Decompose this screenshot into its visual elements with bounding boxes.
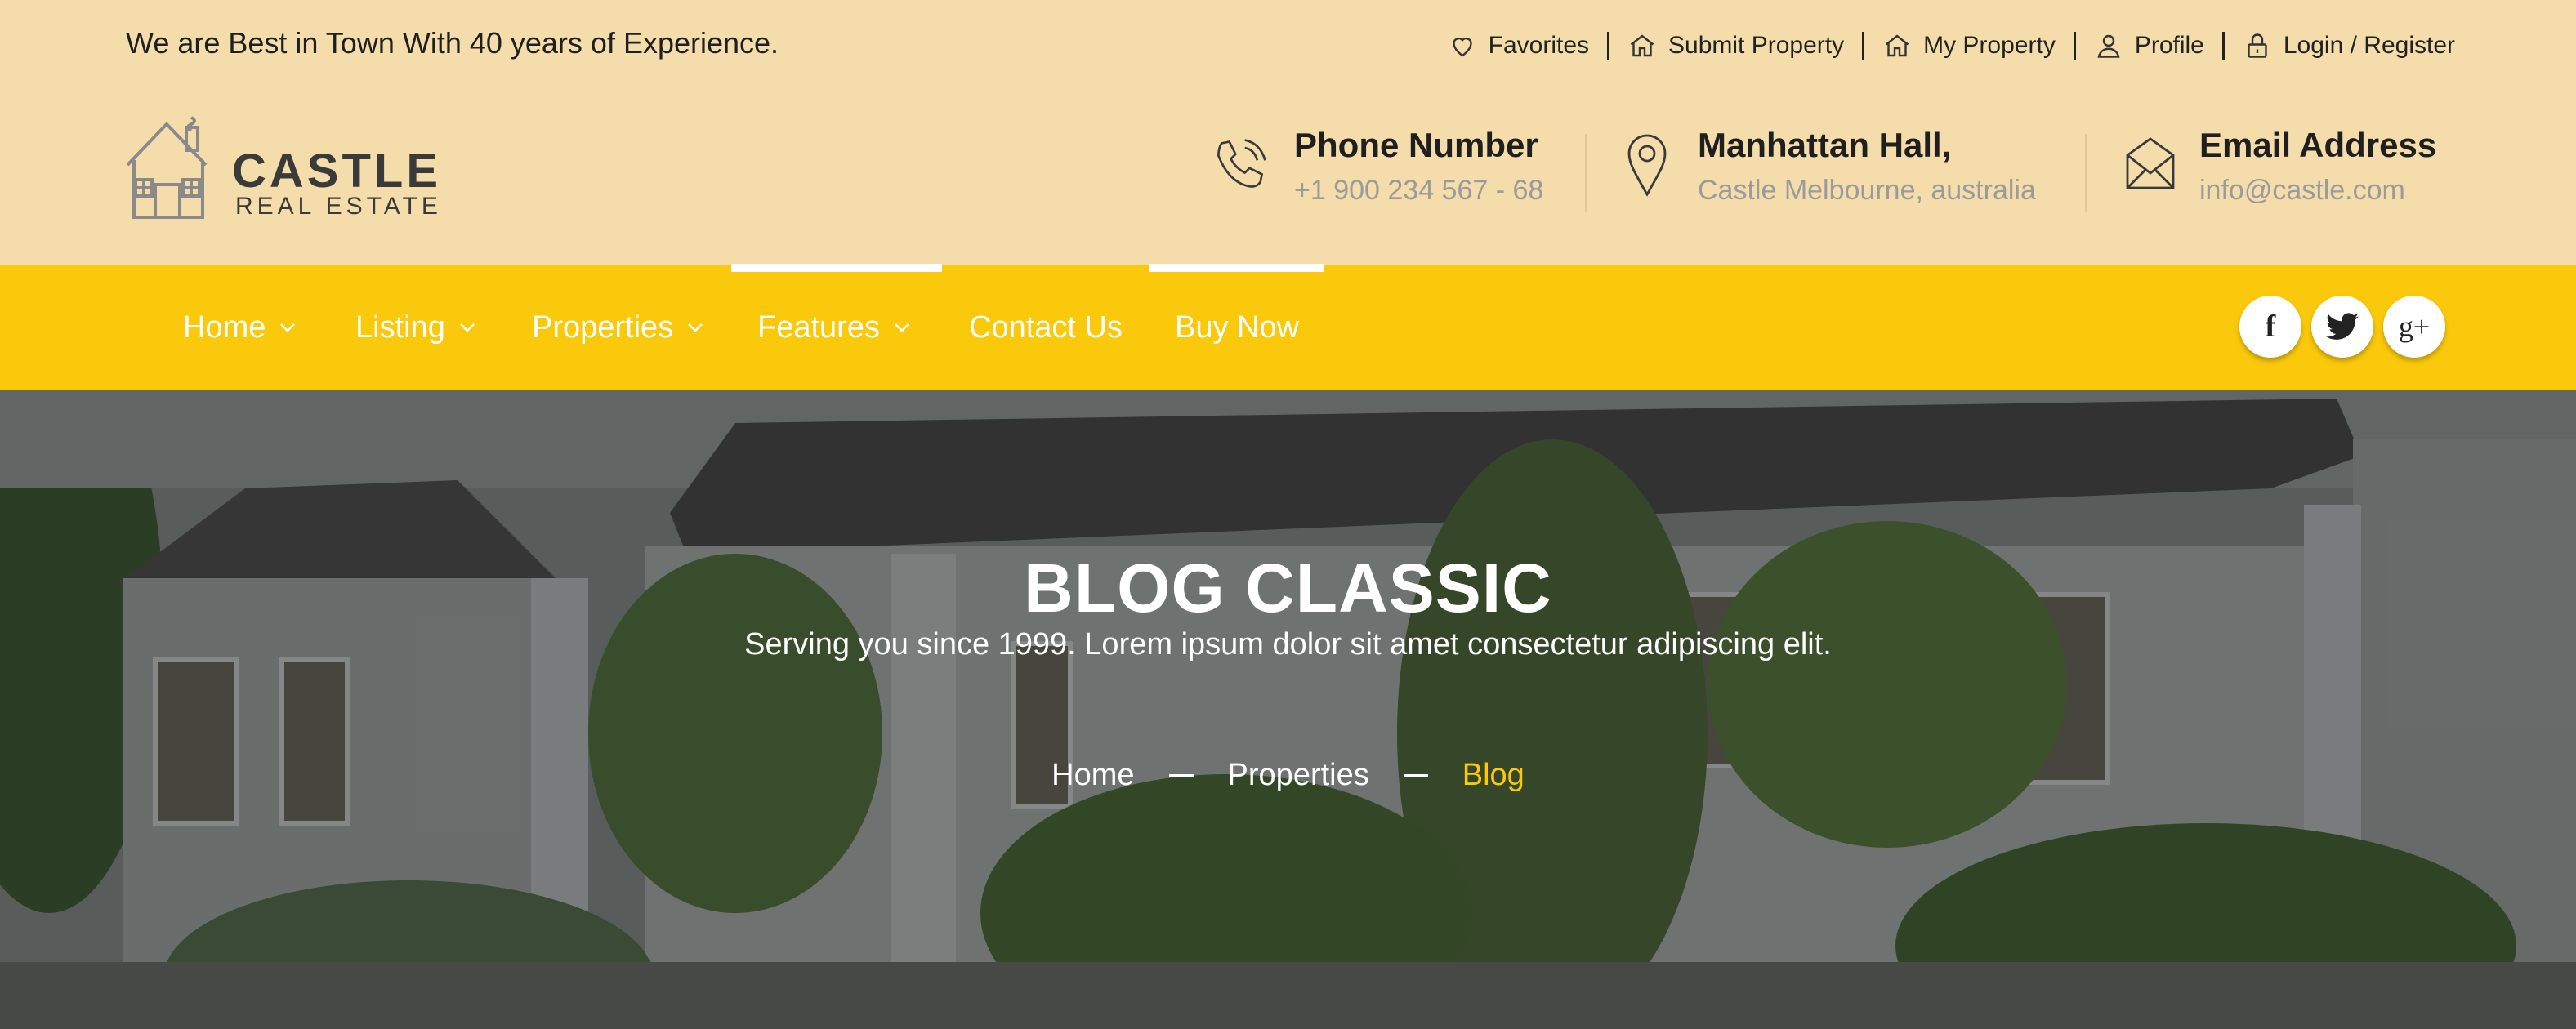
contact-phone-detail[interactable]: +1 900 234 567 - 68 (1294, 175, 1543, 207)
breadcrumb-separator (1403, 774, 1428, 777)
breadcrumb-current: Blog (1462, 758, 1525, 792)
divider (1862, 32, 1865, 60)
nav-item-home[interactable]: Home (183, 265, 297, 390)
contact-phone-title: Phone Number (1294, 126, 1538, 164)
contact-address: Manhattan Hall, Castle Melbourne, austra… (1626, 122, 2067, 220)
google-plus-button[interactable]: g+ (2383, 296, 2445, 358)
nav-item-label: Listing (355, 310, 445, 345)
contact-email-detail[interactable]: info@castle.com (2199, 175, 2405, 207)
nav-item-contact-us[interactable]: Contact Us (969, 265, 1123, 390)
contact-address-detail: Castle Melbourne, australia (1698, 175, 2036, 206)
favorites-label: Favorites (1488, 32, 1590, 59)
breadcrumb: Home Properties Blog (0, 758, 2576, 793)
profile-label: Profile (2134, 32, 2204, 59)
house-icon (1630, 34, 1654, 57)
divider (2221, 32, 2225, 60)
page-title: BLOG CLASSIC (1024, 550, 1552, 626)
chevron-down-icon (895, 323, 909, 332)
breadcrumb-separator (1168, 774, 1194, 777)
castle-logo[interactable]: CASTLE REAL ESTATE (124, 114, 438, 222)
contact-divider (2085, 134, 2087, 212)
contact-address-title: Manhattan Hall, (1698, 126, 1952, 164)
profile-link[interactable]: Profile (2094, 31, 2204, 60)
my-property-link[interactable]: My Property (1882, 31, 2056, 60)
nav-item-listing[interactable]: Listing (355, 265, 476, 390)
twitter-icon (2326, 313, 2359, 340)
user-icon (2097, 34, 2120, 58)
submit-property-label: Submit Property (1668, 32, 1845, 59)
house-icon (1885, 34, 1909, 57)
nav-item-label: Features (757, 310, 880, 345)
nav-item-features[interactable]: Features (757, 265, 911, 390)
hero-banner: BLOG CLASSIC Serving you since 1999. Lor… (0, 390, 2576, 1029)
chevron-down-icon (459, 323, 475, 332)
favorites-link[interactable]: Favorites (1448, 31, 1589, 60)
page-subtitle: Serving you since 1999. Lorem ipsum dolo… (744, 627, 1832, 662)
login-register-label: Login / Register (2283, 32, 2455, 59)
nav-item-label: Contact Us (969, 310, 1123, 345)
contact-divider (1585, 134, 1587, 212)
breadcrumb-home[interactable]: Home (1051, 758, 1134, 793)
login-register-link[interactable]: Login / Register (2243, 31, 2455, 60)
main-nav: Home Listing Properties Features Contact… (0, 264, 2576, 390)
chevron-down-icon (688, 323, 703, 332)
nav-item-label: Properties (532, 310, 674, 345)
phone-icon (1217, 139, 1266, 188)
nav-item-label: Home (183, 310, 266, 345)
nav-item-properties[interactable]: Properties (532, 265, 704, 390)
twitter-button[interactable] (2311, 296, 2373, 358)
chevron-down-icon (280, 323, 296, 332)
divider (1607, 32, 1610, 60)
header-tagline: We are Best in Town With 40 years of Exp… (126, 26, 779, 60)
map-pin-icon (1627, 134, 1667, 197)
google-plus-icon: g+ (2398, 310, 2431, 343)
envelope-icon (2126, 137, 2175, 189)
submit-property-link[interactable]: Submit Property (1627, 31, 1844, 60)
my-property-label: My Property (1923, 32, 2056, 59)
logo-tagline: REAL ESTATE (235, 193, 442, 220)
house-logo-icon (126, 116, 208, 219)
hero-overlay (0, 390, 2576, 1029)
lock-icon (2248, 33, 2267, 58)
facebook-button[interactable]: f (2239, 296, 2301, 358)
contact-email: Email Address info@castle.com (2124, 122, 2467, 220)
contact-phone: Phone Number +1 900 234 567 - 68 (1209, 122, 1569, 220)
breadcrumb-properties[interactable]: Properties (1228, 758, 1369, 793)
nav-item-label: Buy Now (1175, 310, 1300, 345)
top-links: Favorites Submit Property My Property Pr… (1448, 28, 2455, 64)
divider (2073, 32, 2076, 60)
contact-email-title: Email Address (2199, 126, 2437, 164)
heart-icon (1452, 37, 1472, 57)
nav-item-buy-now[interactable]: Buy Now (1175, 265, 1299, 390)
logo-name: CASTLE (232, 145, 441, 198)
site-header: We are Best in Town With 40 years of Exp… (0, 0, 2576, 265)
facebook-icon: f (2265, 310, 2276, 344)
